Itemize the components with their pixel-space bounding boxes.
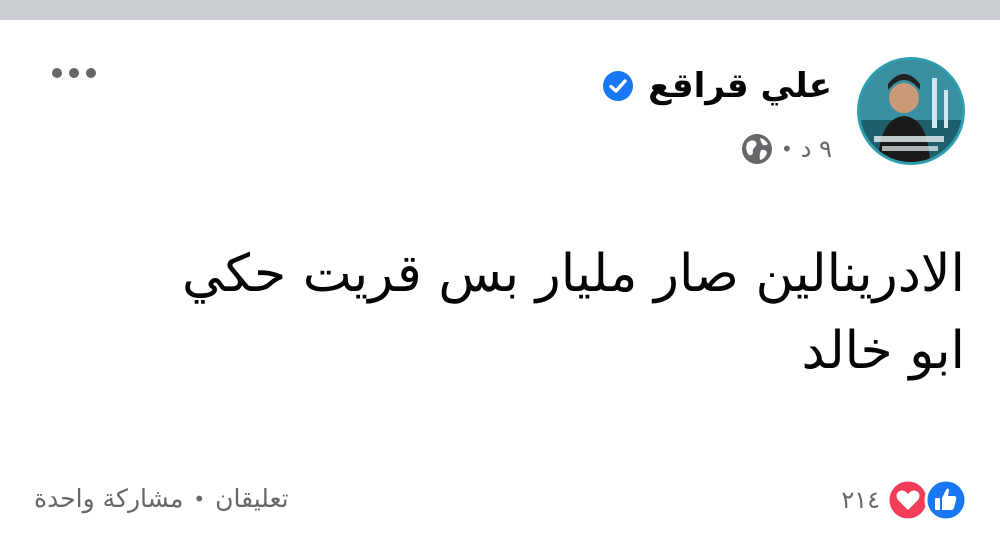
avatar[interactable]: [857, 57, 965, 165]
more-options-icon[interactable]: [52, 68, 96, 78]
reactions-count: ٢١٤: [841, 486, 880, 514]
post-time[interactable]: ٩ د: [801, 132, 832, 166]
meta-separator: •: [780, 137, 793, 161]
top-bar: [0, 0, 1000, 20]
author-row: علي قراقع: [602, 63, 832, 109]
shares-count[interactable]: مشاركة واحدة: [34, 484, 183, 513]
more-dot: [69, 68, 79, 78]
reactions-summary[interactable]: ٢١٤: [841, 478, 968, 522]
like-reaction-icon: [924, 478, 968, 522]
stats-separator: •: [193, 486, 206, 511]
comments-count[interactable]: تعليقان: [215, 484, 288, 513]
post-meta: ٩ د •: [741, 132, 832, 166]
post-text: الادرينالين صار مليار بس قريت حكي ابو خا…: [181, 244, 965, 381]
globe-icon[interactable]: [741, 133, 773, 165]
post-stats: تعليقان • مشاركة واحدة: [34, 484, 289, 513]
author-name[interactable]: علي قراقع: [648, 63, 832, 109]
more-dot: [86, 68, 96, 78]
verified-badge-icon: [603, 71, 634, 101]
more-dot: [52, 68, 62, 78]
